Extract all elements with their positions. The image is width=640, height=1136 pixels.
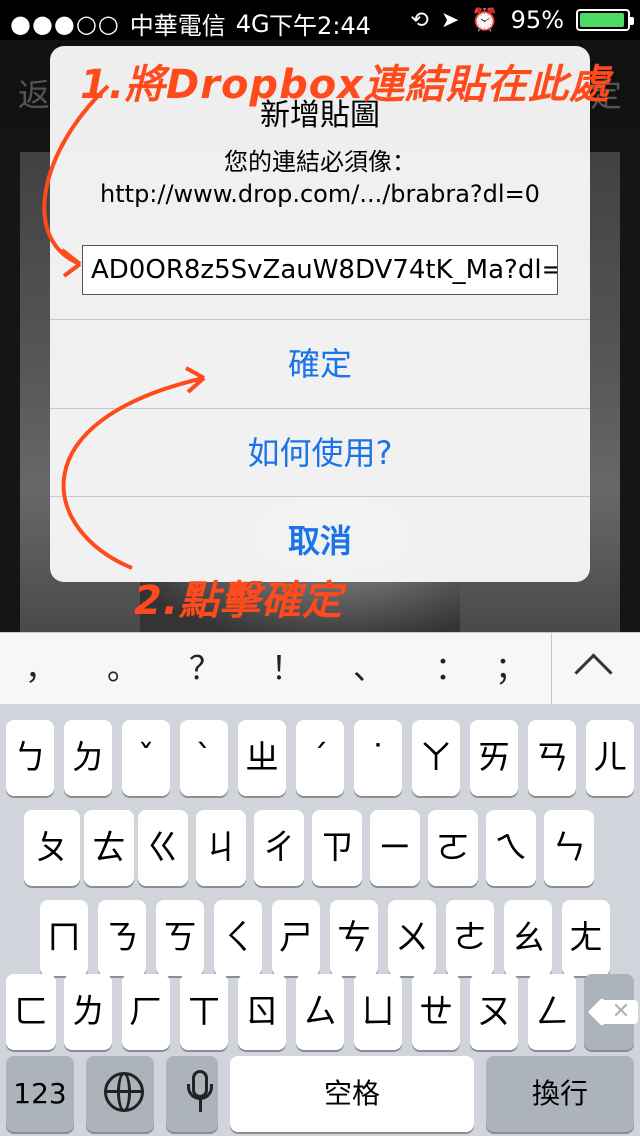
key[interactable]: ㄩ <box>354 974 402 1050</box>
key[interactable]: ㄙ <box>296 974 344 1050</box>
key[interactable]: ㄑ <box>214 900 262 976</box>
delete-x-icon: ✕ <box>611 999 631 1024</box>
key[interactable]: ㄘ <box>330 900 378 976</box>
candidate-bar: ， 。 ？ ！ 、 ： ； <box>0 632 640 705</box>
key[interactable]: ㄅ <box>6 720 54 796</box>
key[interactable]: ㄤ <box>562 900 610 976</box>
status-time: 下午2:44 <box>269 12 371 40</box>
microphone-stand <box>187 1084 213 1100</box>
key[interactable]: ㄦ <box>586 720 634 796</box>
globe-key[interactable] <box>86 1056 154 1132</box>
key[interactable]: ㄓ <box>238 720 286 796</box>
candidate-key[interactable]: ？ <box>164 633 246 705</box>
key[interactable]: ㄡ <box>470 974 518 1050</box>
chevron-up-icon <box>574 653 613 692</box>
numbers-key[interactable]: 123 <box>6 1056 74 1132</box>
key[interactable]: ㄖ <box>238 974 286 1050</box>
how-to-use-button[interactable]: 如何使用? <box>50 409 590 497</box>
key[interactable]: ㄢ <box>528 720 576 796</box>
key[interactable]: ㄇ <box>40 900 88 976</box>
delete-key[interactable]: ✕ <box>584 974 638 1050</box>
key[interactable]: ㄗ <box>312 810 362 886</box>
key[interactable]: ㄟ <box>486 810 536 886</box>
key[interactable]: ˊ <box>296 720 344 796</box>
dictation-key[interactable] <box>166 1056 218 1132</box>
key[interactable]: ㄣ <box>544 810 594 886</box>
key[interactable]: ㄎ <box>156 900 204 976</box>
battery-icon <box>576 9 634 31</box>
key[interactable]: ㄧ <box>370 810 420 886</box>
rotation-lock-icon: ⟲ <box>410 7 429 33</box>
location-arrow-icon: ➤ <box>440 7 460 33</box>
candidate-key[interactable]: ； <box>470 633 552 705</box>
key[interactable]: ˋ <box>180 720 228 796</box>
key[interactable]: ㄒ <box>180 974 228 1050</box>
key[interactable]: ㄈ <box>6 974 56 1050</box>
zhuyin-keyboard: ㄅ ㄉ ˇ ˋ ㄓ ˊ ˙ ㄚ ㄞ ㄢ ㄦ ㄆ ㄊ ㄍ ㄐ ㄔ ㄗ ㄧ ㄛ ㄟ … <box>0 704 640 1136</box>
link-input-field[interactable]: AD0OR8z5SvZauW8DV74tK_Ma?dl=0 <box>82 245 558 295</box>
annotation-step1: 1.將Dropbox連結貼在此處 <box>80 62 610 108</box>
alarm-icon: ⏰ <box>471 7 499 33</box>
key[interactable]: ㄞ <box>470 720 518 796</box>
confirm-button[interactable]: 確定 <box>50 320 590 408</box>
add-sticker-alert: 新增貼圖 您的連結必須像： http://www.drop.com/.../br… <box>50 46 590 582</box>
key[interactable]: ㄏ <box>122 974 170 1050</box>
key[interactable]: ㄥ <box>528 974 576 1050</box>
key[interactable]: ㄠ <box>504 900 552 976</box>
key[interactable]: ㄆ <box>24 810 80 886</box>
alert-message: 您的連結必須像： http://www.drop.com/.../brabra?… <box>50 146 590 210</box>
key[interactable]: ㄐ <box>196 810 246 886</box>
return-key[interactable]: 換行 <box>486 1056 634 1132</box>
key[interactable]: ㄍ <box>138 810 188 886</box>
key[interactable]: ㄋ <box>98 900 146 976</box>
key[interactable]: ㄛ <box>428 810 478 886</box>
key[interactable]: ㄨ <box>388 900 436 976</box>
key[interactable]: ㄉ <box>64 720 112 796</box>
candidate-key[interactable]: ！ <box>246 633 328 705</box>
candidate-key[interactable]: 、 <box>328 633 410 705</box>
key[interactable]: ㄔ <box>254 810 304 886</box>
key[interactable]: ˙ <box>354 720 402 796</box>
key[interactable]: ㄌ <box>64 974 112 1050</box>
battery-percent: 95% <box>510 6 564 34</box>
microphone-base <box>199 1100 202 1112</box>
alert-message-line2: http://www.drop.com/.../brabra?dl=0 <box>100 180 540 208</box>
key[interactable]: ㄕ <box>272 900 320 976</box>
status-bar: ●●●○○ 中華電信 4G 下午2:44 ⟲ ➤ ⏰ 95% <box>0 0 640 40</box>
key[interactable]: ㄝ <box>412 974 460 1050</box>
annotation-step2: 2.點擊確定 <box>134 578 344 624</box>
space-key[interactable]: 空格 <box>230 1056 474 1132</box>
key[interactable]: ˇ <box>122 720 170 796</box>
candidate-key[interactable]: ， <box>0 633 82 705</box>
link-input-value: AD0OR8z5SvZauW8DV74tK_Ma?dl=0 <box>91 255 558 285</box>
expand-candidates-button[interactable] <box>551 633 640 705</box>
candidate-key[interactable]: 。 <box>82 633 164 705</box>
key[interactable]: ㄜ <box>446 900 494 976</box>
globe-icon <box>104 1072 144 1112</box>
key[interactable]: ㄊ <box>84 810 134 886</box>
key[interactable]: ㄚ <box>412 720 460 796</box>
alert-message-line1: 您的連結必須像： <box>224 148 416 176</box>
